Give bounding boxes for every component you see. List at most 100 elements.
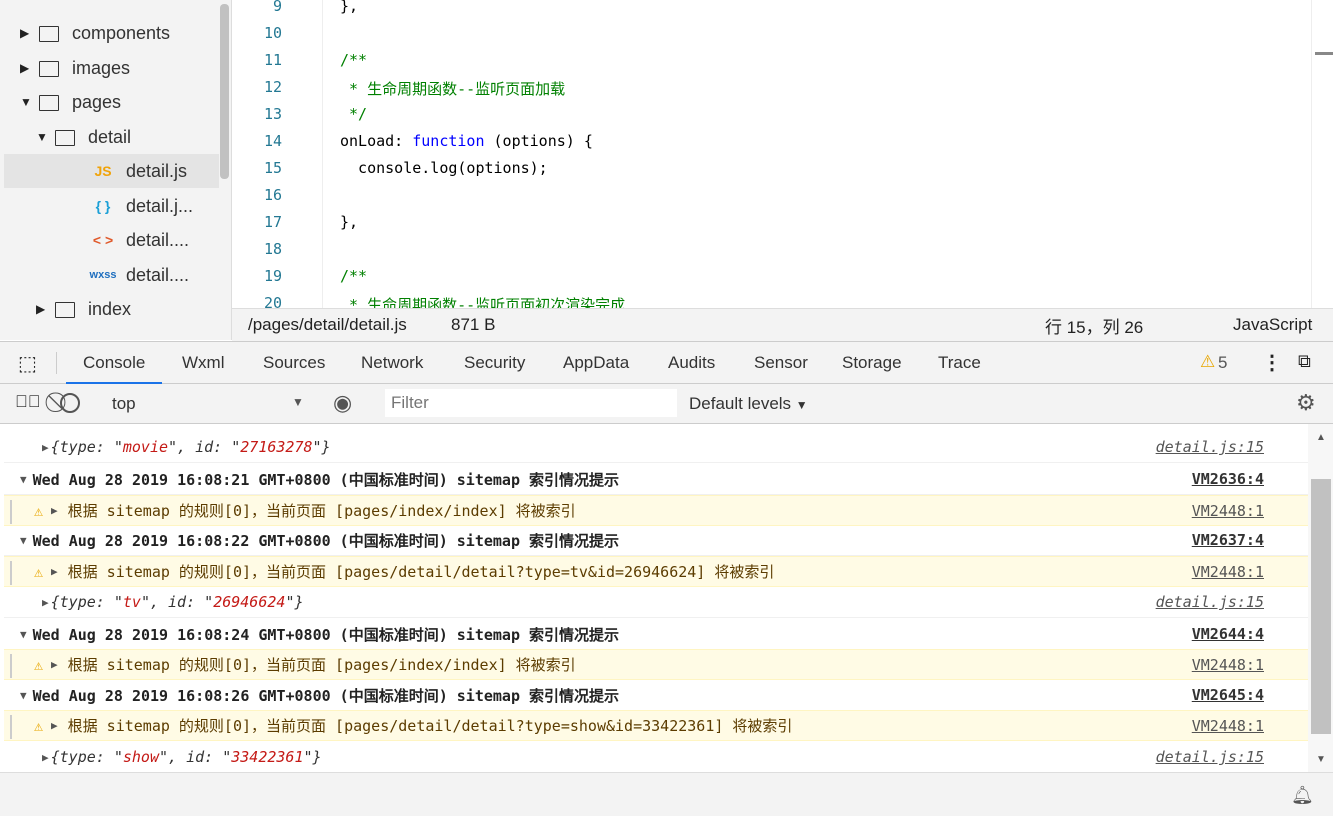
code-line[interactable]: }, [340,213,358,231]
chevron-down-icon[interactable]: ▼ [292,395,304,409]
warning-count[interactable]: 5 [1218,353,1227,373]
caret-right-icon[interactable]: ▶ [51,719,58,732]
sidebar-scrollbar[interactable] [220,4,229,179]
object-preview[interactable]: {type: "show", id: "33422361"} [51,748,322,766]
caret-down-icon[interactable]: ▼ [20,628,27,641]
tree-item[interactable]: { } detail.j... [4,189,219,223]
source-link[interactable]: VM2637:4 [1192,531,1264,549]
caret-down-icon[interactable]: ▼ [20,689,27,702]
folder-open-icon [34,93,64,111]
console-group-header-row[interactable]: ▼ Wed Aug 28 2019 16:08:21 GMT+0800 (中国标准… [4,464,1308,495]
caret-right-icon[interactable]: ▶ [51,504,58,517]
tab-storage[interactable]: Storage [842,342,902,384]
code-text: }, [340,0,359,15]
tab-appdata[interactable]: AppData [563,342,629,384]
folder-icon [34,59,64,77]
folder-icon [50,300,80,318]
tree-item[interactable]: ▶ images [4,51,219,85]
source-link[interactable]: detail.js:15 [1156,593,1264,611]
caret-right-icon[interactable]: ▶ [42,441,49,454]
console-log-row[interactable]: ▶ {type: "movie", id: "27163278"} detail.j… [4,432,1308,463]
tree-item[interactable]: ▼ detail [4,120,219,154]
gear-icon[interactable]: ⚙ [1296,390,1316,416]
source-link[interactable]: detail.js:15 [1156,438,1264,456]
console-warning-row[interactable]: ⚠ ▶ 根据 sitemap 的规则[0]，当前页面 [pages/index/in… [4,495,1308,526]
object-preview[interactable]: {type: "tv", id: "26946624"} [51,593,304,611]
code-line[interactable]: /** [340,51,367,69]
log-levels-select[interactable]: Default levels ▼ [689,394,808,414]
wxml-file-icon: < > [92,232,114,248]
tree-item[interactable]: ▶ index [4,292,219,326]
source-link[interactable]: VM2645:4 [1192,686,1264,704]
source-link[interactable]: detail.js:15 [1156,748,1264,766]
tree-item[interactable]: ▶ components [4,16,219,50]
language-mode[interactable]: JavaScript [1233,315,1312,335]
scroll-up-icon[interactable]: ▲ [1316,432,1326,443]
console-log-row[interactable]: ▶ {type: "tv", id: "26946624"} detail.js:1… [4,587,1308,618]
editor-scrollbar[interactable] [1311,0,1333,308]
caret-right-icon[interactable]: ▶ [42,751,49,764]
caret-right-icon[interactable]: ▶ [51,565,58,578]
undock-icon[interactable]: ⧉ [1298,351,1311,372]
bell-icon[interactable]: 🔔︎ [1291,785,1314,806]
source-link[interactable]: VM2636:4 [1192,470,1264,488]
line-number: 12 [263,78,282,96]
tree-item[interactable]: < > detail.... [4,223,219,257]
tab-sensor[interactable]: Sensor [754,342,808,384]
code-line[interactable]: console.log(options); [340,159,548,177]
console-scrollbar[interactable]: ▲ ▼ [1308,424,1333,772]
console-group-header-row[interactable]: ▼ Wed Aug 28 2019 16:08:24 GMT+0800 (中国标准… [4,619,1308,650]
group-title: Wed Aug 28 2019 16:08:24 GMT+0800 (中国标准时… [32,625,620,644]
tab-wxml[interactable]: Wxml [182,342,224,384]
warning-icon: ⚠ [34,562,44,581]
code-line[interactable]: * 生命周期函数--监听页面初次渲染完成 [340,294,625,308]
code-line[interactable]: }, [340,0,358,15]
source-link[interactable]: VM2448:1 [1192,563,1264,581]
tree-item-label: detail.j... [126,195,194,216]
tab-network[interactable]: Network [361,342,423,384]
context-select[interactable]: top [112,394,136,414]
sidebar-toggle-icon[interactable]: ▶⃞ [15,392,41,412]
caret-right-icon[interactable]: ▶ [51,658,58,671]
code-editor[interactable]: 9}, 10 11 /** 12 * 生命周期函数--监听页面加载 13 */ 14 onLo… [232,0,1333,308]
clear-console-icon[interactable] [60,393,80,413]
console-group-header-row[interactable]: ▼ Wed Aug 28 2019 16:08:22 GMT+0800 (中国标准… [4,525,1308,556]
warning-icon[interactable]: ⚠ [1200,352,1215,372]
tab-console[interactable]: Console [66,342,163,384]
chevron-down-icon: ▼ [795,398,808,412]
eye-icon[interactable]: ◉ [333,390,352,416]
caret-down-icon[interactable]: ▼ [20,534,27,547]
code-line[interactable]: onLoad: function (options) { [340,132,593,150]
caret-down-icon[interactable]: ▼ [20,473,27,486]
code-text: /** [340,267,368,285]
source-link[interactable]: VM2644:4 [1192,625,1264,643]
console-warning-row[interactable]: ⚠ ▶ 根据 sitemap 的规则[0]，当前页面 [pages/detail/d… [4,710,1308,741]
filter-input[interactable] [385,389,677,417]
caret-right-icon: ▶ [20,26,30,40]
code-line[interactable]: */ [340,105,367,123]
tree-item[interactable]: wxss detail.... [4,258,219,292]
tab-audits[interactable]: Audits [668,342,715,384]
tree-item[interactable]: JS detail.js [4,154,219,188]
source-link[interactable]: VM2448:1 [1192,656,1264,674]
code-line[interactable]: /** [340,267,367,285]
source-link[interactable]: VM2448:1 [1192,717,1264,735]
inspect-element-icon[interactable]: ⬚ [18,351,37,376]
console-log-row[interactable]: ▶ {type: "show", id: "33422361"} detail.js… [4,742,1308,772]
line-number: 20 [263,294,282,308]
console-warning-row[interactable]: ⚠ ▶ 根据 sitemap 的规则[0]，当前页面 [pages/detail/d… [4,556,1308,587]
console-group-header-row[interactable]: ▼ Wed Aug 28 2019 16:08:26 GMT+0800 (中国标准… [4,680,1308,711]
tab-sources[interactable]: Sources [263,342,325,384]
code-token: onLoad: [340,132,413,150]
object-preview[interactable]: {type: "movie", id: "27163278"} [51,438,331,456]
console-output: ▶ {type: "movie", id: "27163278"} detail.j… [4,424,1308,772]
tree-item[interactable]: ▼ pages [4,85,219,119]
caret-right-icon[interactable]: ▶ [42,596,49,609]
scroll-down-icon[interactable]: ▼ [1316,754,1326,765]
more-menu-icon[interactable]: ⋮ [1262,350,1282,375]
code-line[interactable]: * 生命周期函数--监听页面加载 [340,78,565,99]
source-link[interactable]: VM2448:1 [1192,502,1264,520]
console-warning-row[interactable]: ⚠ ▶ 根据 sitemap 的规则[0]，当前页面 [pages/index/in… [4,649,1308,680]
tab-security[interactable]: Security [464,342,525,384]
tab-trace[interactable]: Trace [938,342,981,384]
